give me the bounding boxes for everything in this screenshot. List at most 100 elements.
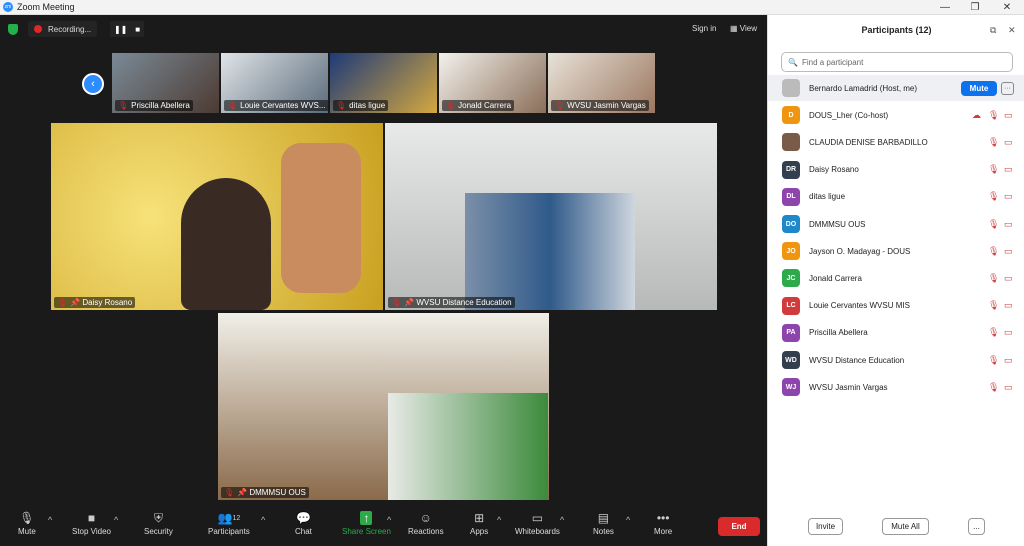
gallery-tile[interactable]: 🎙 ditas ligue [330, 53, 437, 113]
participant-row[interactable]: CLAUDIA DENISE BARBADILLO 🎙 ▭ [768, 129, 1024, 155]
video-camera-icon[interactable]: ▭ [1004, 219, 1013, 230]
participant-row[interactable]: JC Jonald Carrera 🎙 ▭ [768, 265, 1024, 291]
minimize-button[interactable]: — [930, 0, 960, 15]
participant-name: ditas ligue [809, 192, 846, 202]
apps-chevron-icon[interactable]: ^ [497, 515, 501, 525]
participant-name: Jonald Carrera [809, 273, 862, 283]
more-button[interactable]: ••• More [654, 509, 672, 536]
participant-row[interactable]: D DOUS_Lher (Co-host) ☁ 🎙 ▭ [768, 102, 1024, 128]
participant-name-label: 🎙 ditas ligue [333, 100, 389, 111]
mute-all-button[interactable]: Mute All [882, 518, 929, 535]
share-screen-button[interactable]: ↑ Share Screen [342, 509, 391, 536]
participants-count: 12 [232, 514, 241, 522]
pause-recording-icon[interactable]: ❚❚ [114, 25, 127, 34]
avatar: JC [782, 269, 800, 288]
notes-button[interactable]: ▤ Notes [593, 509, 614, 536]
stop-video-button[interactable]: ■ Stop Video [72, 509, 111, 536]
video-camera-icon[interactable]: ▭ [1004, 273, 1013, 284]
participants-button[interactable]: 👥 12 Participants [208, 509, 250, 536]
notes-icon: ▤ [597, 511, 610, 525]
encryption-shield-icon[interactable] [8, 24, 18, 35]
video-camera-icon[interactable]: ▭ [1004, 191, 1013, 202]
participant-row[interactable]: WD WVSU Distance Education 🎙 ▭ [768, 347, 1024, 373]
participant-row[interactable]: DL ditas ligue 🎙 ▭ [768, 184, 1024, 210]
record-icon [34, 25, 42, 33]
participant-more-icon[interactable]: ··· [1001, 81, 1014, 95]
participant-row[interactable]: LC Louie Cervantes WVSU MIS 🎙 ▭ [768, 293, 1024, 319]
more-options-button[interactable]: ... [968, 518, 985, 535]
participants-panel: Participants (12) ⧉ ✕ 🔍 Find a participa… [767, 15, 1024, 546]
gallery-tile[interactable]: 🎙 Jonald Carrera [439, 53, 546, 113]
participants-chevron-icon[interactable]: ^ [261, 515, 265, 525]
video-camera-icon[interactable]: ▭ [1004, 246, 1013, 257]
whiteboards-chevron-icon[interactable]: ^ [560, 515, 564, 525]
video-camera-icon[interactable]: ▭ [1004, 110, 1013, 121]
whiteboards-button[interactable]: ▭ Whiteboards [515, 509, 560, 536]
recording-controls: ❚❚ ■ [110, 21, 144, 37]
mic-muted-icon[interactable]: 🎙 [988, 191, 999, 202]
gallery-tile[interactable]: 🎙 WVSU Jasmin Vargas [548, 53, 655, 113]
maximize-button[interactable]: ❐ [960, 0, 990, 15]
participant-name: Louie Cervantes WVSU MIS [809, 301, 910, 311]
video-tile[interactable]: 🎙 📌 DMMMSU OUS [218, 313, 549, 500]
participant-row[interactable]: JO Jayson O. Madayag - DOUS 🎙 ▭ [768, 238, 1024, 264]
mute-button[interactable]: 🎙 Mute [18, 509, 36, 536]
avatar: WD [782, 351, 800, 369]
mic-muted-icon[interactable]: 🎙 [988, 300, 999, 311]
security-button[interactable]: ⛨ Security [144, 509, 173, 537]
end-meeting-button[interactable]: End [718, 517, 760, 536]
mic-muted-icon: 🎙 [554, 101, 565, 110]
participant-row[interactable]: DR Daisy Rosano 🎙 ▭ [768, 157, 1024, 183]
audio-options-chevron-icon[interactable]: ^ [48, 515, 52, 525]
mic-muted-icon[interactable]: 🎙 [988, 110, 999, 121]
video-camera-icon[interactable]: ▭ [1004, 137, 1013, 148]
mic-muted-icon[interactable]: 🎙 [988, 327, 999, 338]
mic-muted-icon[interactable]: 🎙 [988, 246, 999, 257]
invite-button[interactable]: Invite [808, 518, 843, 535]
sign-in-link[interactable]: Sign in [692, 24, 716, 33]
mute-participant-button[interactable]: Mute [961, 80, 997, 96]
mic-muted-icon: 🎙 [227, 101, 238, 110]
mic-muted-icon: 🎙 [445, 101, 456, 110]
participant-name: WVSU Distance Education [809, 355, 905, 365]
video-tile[interactable]: 🎙 📌 WVSU Distance Education [385, 123, 717, 310]
participant-search-input[interactable]: 🔍 Find a participant [781, 52, 1013, 72]
close-panel-icon[interactable]: ✕ [1008, 25, 1016, 36]
whiteboard-icon: ▭ [531, 511, 544, 525]
participant-name: Priscilla Abellera [809, 328, 868, 338]
previous-page-button[interactable]: ‹ [82, 73, 104, 95]
pop-out-icon[interactable]: ⧉ [990, 25, 996, 36]
reactions-button[interactable]: ☺ Reactions [408, 509, 444, 536]
video-tile[interactable]: 🎙 📌 Daisy Rosano [51, 123, 383, 310]
apps-button[interactable]: ⊞ Apps [470, 509, 488, 536]
participant-name: DOUS_Lher (Co-host) [809, 110, 889, 120]
participant-row[interactable]: Bernardo Lamadrid (Host, me) Mute ··· [768, 75, 1024, 101]
video-camera-icon[interactable]: ▭ [1004, 300, 1013, 311]
video-camera-icon[interactable]: ▭ [1004, 327, 1013, 338]
video-camera-icon[interactable]: ▭ [1004, 355, 1013, 366]
participant-row[interactable]: DO DMMMSU OUS 🎙 ▭ [768, 211, 1024, 237]
stop-recording-icon[interactable]: ■ [135, 25, 140, 34]
view-button[interactable]: ▦ View [730, 24, 757, 33]
mic-muted-icon[interactable]: 🎙 [988, 273, 999, 284]
gallery-tile[interactable]: 🎙 Louie Cervantes WVS... [221, 53, 328, 113]
avatar: WJ [782, 378, 800, 397]
participant-row[interactable]: WJ WVSU Jasmin Vargas 🎙 ▭ [768, 374, 1024, 400]
video-options-chevron-icon[interactable]: ^ [114, 515, 118, 525]
mic-muted-icon[interactable]: 🎙 [988, 355, 999, 366]
mic-muted-icon[interactable]: 🎙 [988, 137, 999, 148]
mic-muted-icon[interactable]: 🎙 [988, 164, 999, 175]
mic-muted-icon[interactable]: 🎙 [988, 382, 999, 393]
pin-icon: 📌 [70, 298, 81, 307]
share-options-chevron-icon[interactable]: ^ [387, 515, 391, 525]
close-button[interactable]: ✕ [992, 0, 1022, 15]
video-camera-icon[interactable]: ▭ [1004, 164, 1013, 175]
gallery-tile[interactable]: 🎙 Priscilla Abellera [112, 53, 219, 113]
mic-muted-icon[interactable]: 🎙 [988, 219, 999, 230]
notes-chevron-icon[interactable]: ^ [626, 515, 630, 525]
participant-name: CLAUDIA DENISE BARBADILLO [809, 137, 928, 147]
chat-button[interactable]: 💬 Chat [295, 509, 312, 536]
video-camera-icon[interactable]: ▭ [1004, 382, 1013, 393]
recording-label: Recording... [48, 24, 92, 34]
participant-row[interactable]: PA Priscilla Abellera 🎙 ▭ [768, 320, 1024, 346]
